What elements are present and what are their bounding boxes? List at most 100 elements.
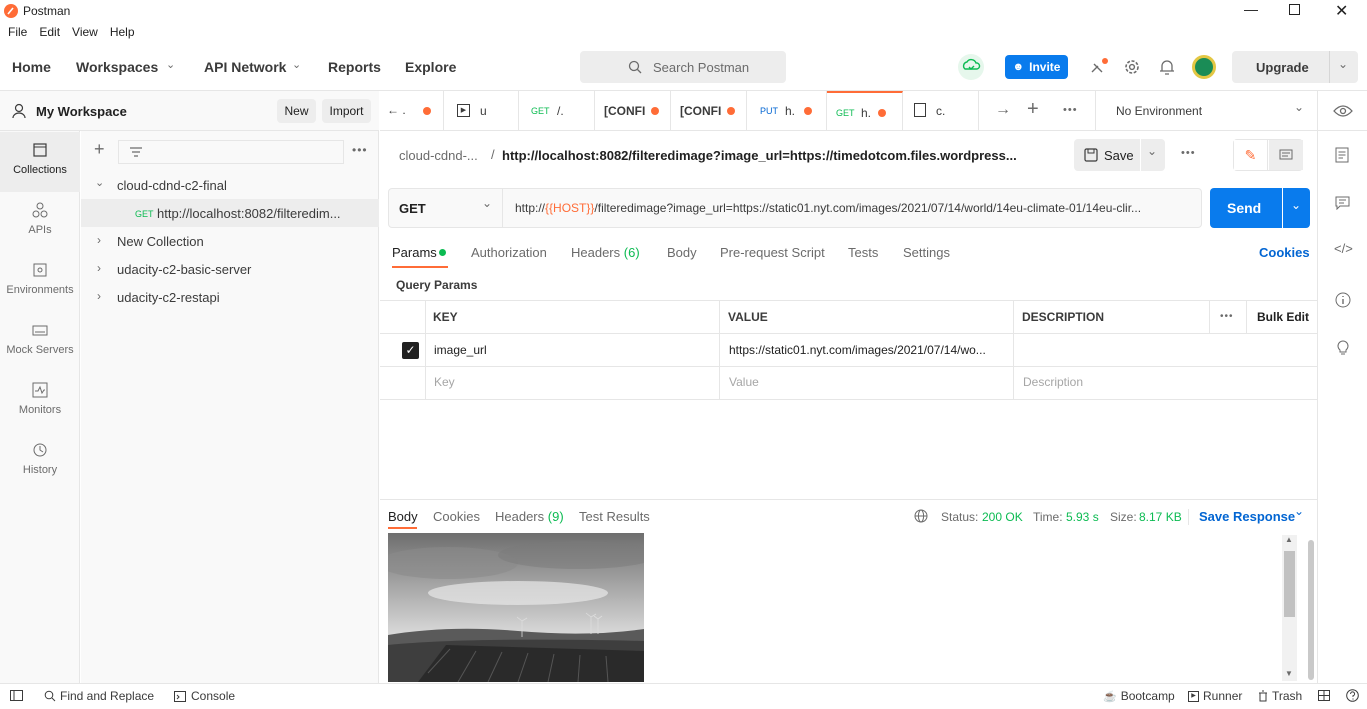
tab-request-active[interactable]: GET h. (827, 91, 903, 131)
bootcamp-button[interactable]: ☕ Bootcamp (1103, 689, 1175, 703)
collection-item[interactable]: › New Collection (81, 227, 379, 255)
tab-prerequest-script[interactable]: Pre-request Script (720, 245, 825, 260)
send-button[interactable]: Send (1210, 188, 1282, 228)
breadcrumb-collection[interactable]: cloud-cdnd-... (399, 148, 478, 163)
lightbulb-icon[interactable] (1335, 338, 1351, 356)
key-placeholder[interactable]: Key (434, 375, 455, 389)
rail-item-history[interactable]: History (0, 432, 80, 492)
more-tabs-icon[interactable]: ••• (1063, 104, 1078, 116)
description-placeholder[interactable]: Description (1023, 375, 1083, 389)
search-box[interactable]: Search Postman (580, 51, 786, 83)
rail-item-mock-servers[interactable]: Mock Servers (0, 312, 80, 372)
close-icon[interactable]: ✕ (1335, 1, 1348, 21)
upgrade-button[interactable]: Upgrade ⌄ (1232, 51, 1358, 83)
toggle-sidebar-icon[interactable] (10, 690, 23, 701)
restore-icon[interactable] (1289, 4, 1300, 15)
rail-item-collections[interactable]: Collections (0, 132, 80, 192)
rail-item-monitors[interactable]: Monitors (0, 372, 80, 432)
menu-view[interactable]: View (72, 25, 98, 39)
info-icon[interactable] (1335, 292, 1351, 308)
collection-item[interactable]: › udacity-c2-basic-server (81, 255, 379, 283)
chevron-down-icon[interactable]: ⌄ (166, 58, 175, 71)
param-value[interactable]: https://static01.nyt.com/images/2021/07/… (729, 343, 986, 357)
more-options-icon[interactable]: ••• (352, 143, 368, 157)
tab-request[interactable]: [CONFI (595, 91, 671, 131)
scroll-thumb[interactable] (1284, 551, 1295, 617)
chevron-down-icon[interactable]: ⌄ (1338, 57, 1348, 71)
tab-settings[interactable]: Settings (903, 245, 950, 260)
chevron-down-icon[interactable]: ⌄ (292, 58, 301, 71)
new-tab-icon[interactable]: + (1027, 98, 1039, 121)
tab-tests[interactable]: Tests (848, 245, 878, 260)
chevron-right-icon[interactable]: › (97, 289, 101, 303)
minimize-icon[interactable]: — (1244, 1, 1258, 17)
scroll-down-icon[interactable]: ▼ (1285, 669, 1293, 678)
scroll-up-icon[interactable]: ▲ (1285, 535, 1293, 544)
invite-button[interactable]: ☻ Invite (1005, 55, 1068, 79)
avatar[interactable] (1192, 55, 1216, 79)
nav-api-network[interactable]: API Network (204, 59, 286, 75)
tab-request[interactable]: ▶ u (444, 91, 519, 131)
console-button[interactable]: Console (174, 689, 235, 703)
value-placeholder[interactable]: Value (729, 375, 759, 389)
nav-workspaces[interactable]: Workspaces (76, 59, 158, 75)
tab-body[interactable]: Body (667, 245, 697, 260)
tab-authorization[interactable]: Authorization (471, 245, 547, 260)
comments-icon[interactable] (1335, 196, 1350, 210)
help-icon[interactable] (1346, 689, 1359, 702)
gear-icon[interactable] (1123, 58, 1141, 76)
documentation-icon[interactable] (1335, 147, 1349, 163)
time-value[interactable]: 5.93 s (1066, 510, 1099, 524)
comments-icon[interactable] (1269, 140, 1303, 170)
request-title[interactable]: http://localhost:8082/filteredimage?imag… (502, 148, 1017, 163)
status-value[interactable]: 200 OK (982, 510, 1023, 524)
save-button[interactable]: Save (1074, 139, 1140, 171)
find-replace-button[interactable]: Find and Replace (44, 689, 154, 703)
satellite-icon[interactable] (1088, 56, 1110, 78)
size-value[interactable]: 8.17 KB (1139, 510, 1182, 524)
send-options-button[interactable]: ⌄ (1283, 188, 1310, 228)
cookies-link[interactable]: Cookies (1259, 245, 1310, 260)
bell-icon[interactable] (1159, 58, 1175, 76)
tab-request[interactable]: PUT h. (747, 91, 827, 131)
chevron-down-icon[interactable]: ⌄ (95, 176, 104, 189)
menu-file[interactable]: File (8, 25, 27, 39)
tab-params[interactable]: Params (392, 245, 437, 260)
import-button[interactable]: Import (322, 99, 371, 123)
chevron-right-icon[interactable]: › (97, 261, 101, 275)
new-button[interactable]: New (277, 99, 316, 123)
tab-request[interactable]: c. (903, 91, 979, 131)
sync-status-icon[interactable] (958, 54, 984, 80)
more-options-icon[interactable]: ••• (1181, 147, 1196, 159)
tab-request[interactable]: ← . (380, 91, 444, 131)
more-options-icon[interactable]: ••• (1220, 311, 1234, 322)
outer-scrollbar[interactable] (1308, 540, 1314, 680)
save-response-button[interactable]: Save Response (1199, 509, 1295, 524)
nav-reports[interactable]: Reports (328, 59, 381, 75)
save-options-button[interactable]: ⌄ (1141, 139, 1165, 171)
environment-selector[interactable]: No Environment ⌄ (1095, 91, 1317, 131)
collection-item[interactable]: › udacity-c2-restapi (81, 283, 379, 311)
tab-request[interactable]: GET /. (519, 91, 595, 131)
checkbox-checked[interactable]: ✓ (402, 342, 419, 359)
chevron-right-icon[interactable]: › (97, 233, 101, 247)
arrow-right-icon[interactable]: → (995, 101, 1011, 119)
menu-edit[interactable]: Edit (39, 25, 60, 39)
filter-input[interactable] (118, 140, 344, 164)
nav-home[interactable]: Home (12, 59, 51, 75)
chevron-down-icon[interactable]: ⌄ (1294, 504, 1304, 518)
response-tab-body[interactable]: Body (388, 509, 418, 524)
method-select[interactable]: GET ⌄ (389, 189, 503, 227)
workspace-name[interactable]: My Workspace (36, 104, 127, 119)
collection-item[interactable]: ⌄ cloud-cdnd-c2-final (81, 171, 379, 199)
tab-headers[interactable]: Headers (6) (571, 245, 640, 260)
add-collection-icon[interactable]: + (94, 139, 105, 160)
tab-request[interactable]: [CONFI (671, 91, 747, 131)
rail-item-environments[interactable]: Environments (0, 252, 80, 312)
edit-toggle[interactable]: ✎ (1233, 139, 1303, 171)
rail-item-apis[interactable]: APIs (0, 192, 80, 252)
two-pane-icon[interactable] (1318, 690, 1330, 701)
url-input[interactable]: http://{{HOST}}/filteredimage?image_url=… (515, 201, 1195, 219)
request-item[interactable]: GET http://localhost:8082/filteredim... (81, 199, 379, 227)
param-key[interactable]: image_url (434, 343, 487, 357)
